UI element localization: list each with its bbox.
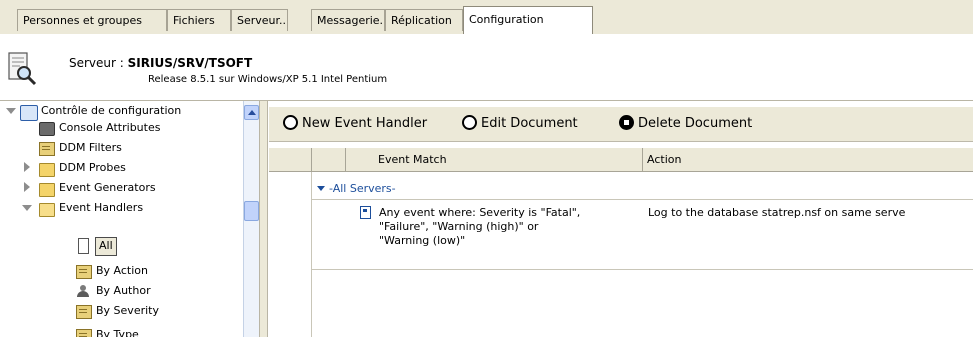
tree-item-console-attributes[interactable]: Console Attributes <box>59 118 160 138</box>
view-column-header: Event Match Action <box>269 148 973 172</box>
view-icon <box>76 265 92 279</box>
action-bar: New Event Handler Edit Document Delete D… <box>269 107 973 142</box>
grid-divider <box>311 269 973 270</box>
event-match-line: "Warning (low)" <box>379 234 466 247</box>
server-label-prefix: Serveur : <box>69 56 128 70</box>
column-header-event-match[interactable]: Event Match <box>345 148 642 171</box>
tree-item-by-severity[interactable]: By Severity <box>96 301 159 321</box>
scroll-thumb[interactable] <box>244 201 259 221</box>
grid-divider <box>311 199 973 200</box>
edit-document-label: Edit Document <box>481 116 578 131</box>
tree-item-event-generators[interactable]: Event Generators <box>59 178 156 198</box>
server-title: Serveur : SIRIUS/SRV/TSOFT <box>69 56 252 70</box>
pane-splitter[interactable] <box>259 101 268 337</box>
expand-twisty-icon[interactable] <box>24 182 30 192</box>
tree-item-ddm-filters[interactable]: DDM Filters <box>59 138 122 158</box>
collapse-twisty-icon[interactable] <box>22 205 32 211</box>
new-document-icon <box>283 115 298 130</box>
scroll-up-icon[interactable] <box>244 105 259 120</box>
tab-strip: Personnes et groupes Fichiers Serveur...… <box>0 0 973 35</box>
column-header-blank[interactable] <box>269 148 311 171</box>
view-grid: -All Servers- Any event where: Severity … <box>269 172 973 337</box>
tree-item-ddm-probes[interactable]: DDM Probes <box>59 158 126 178</box>
tab-messagerie[interactable]: Messagerie... <box>311 9 385 31</box>
server-search-icon <box>8 52 37 86</box>
tree-item-event-handlers[interactable]: Event Handlers <box>59 198 143 218</box>
tab-replication[interactable]: Réplication <box>385 9 463 31</box>
folder-open-icon <box>39 203 55 217</box>
category-row[interactable]: -All Servers- <box>317 180 396 198</box>
person-icon <box>76 285 90 297</box>
folder-icon <box>39 163 55 177</box>
server-release: Release 8.5.1 sur Windows/XP 5.1 Intel P… <box>148 74 388 85</box>
event-match-cell[interactable]: Any event where: Severity is "Fatal", "F… <box>379 206 639 248</box>
new-event-handler-label: New Event Handler <box>302 116 428 131</box>
document-icon <box>78 238 89 254</box>
delete-icon <box>619 115 634 130</box>
tab-configuration[interactable]: Configuration <box>463 6 593 34</box>
category-label: -All Servers- <box>329 182 396 195</box>
event-match-line: Any event where: Severity is "Fatal", <box>379 206 581 219</box>
server-name: SIRIUS/SRV/TSOFT <box>127 56 253 70</box>
view-icon <box>39 142 55 156</box>
tab-fichiers[interactable]: Fichiers <box>167 9 231 31</box>
document-icon <box>360 206 371 219</box>
collapse-twisty-icon[interactable] <box>6 108 16 114</box>
view-icon <box>76 329 92 337</box>
delete-document-label: Delete Document <box>638 116 753 131</box>
category-expanded-icon[interactable] <box>317 186 325 191</box>
column-header-twisty[interactable] <box>311 148 345 171</box>
tab-serveur[interactable]: Serveur... <box>231 9 288 31</box>
config-tree: Contrôle de configuration Console Attrib… <box>0 101 251 337</box>
tab-personnes-et-groupes[interactable]: Personnes et groupes <box>17 9 167 31</box>
column-header-action[interactable]: Action <box>642 148 973 171</box>
database-icon <box>39 122 55 136</box>
tree-scrollbar[interactable] <box>243 101 260 337</box>
book-icon <box>20 105 38 121</box>
edit-pencil-icon <box>462 115 477 130</box>
server-header: Serveur : SIRIUS/SRV/TSOFT Release 8.5.1… <box>0 34 973 101</box>
action-cell[interactable]: Log to the database statrep.nsf on same … <box>648 206 973 220</box>
view-icon <box>76 305 92 319</box>
expand-twisty-icon[interactable] <box>24 162 30 172</box>
tree-item-all[interactable]: All <box>95 237 117 256</box>
tree-item-by-type[interactable]: By Type <box>96 325 139 337</box>
tree-item-by-author[interactable]: By Author <box>96 281 151 301</box>
folder-icon <box>39 183 55 197</box>
grid-divider <box>311 172 312 337</box>
tree-item-by-action[interactable]: By Action <box>96 261 148 281</box>
event-match-line: "Failure", "Warning (high)" or <box>379 220 539 233</box>
